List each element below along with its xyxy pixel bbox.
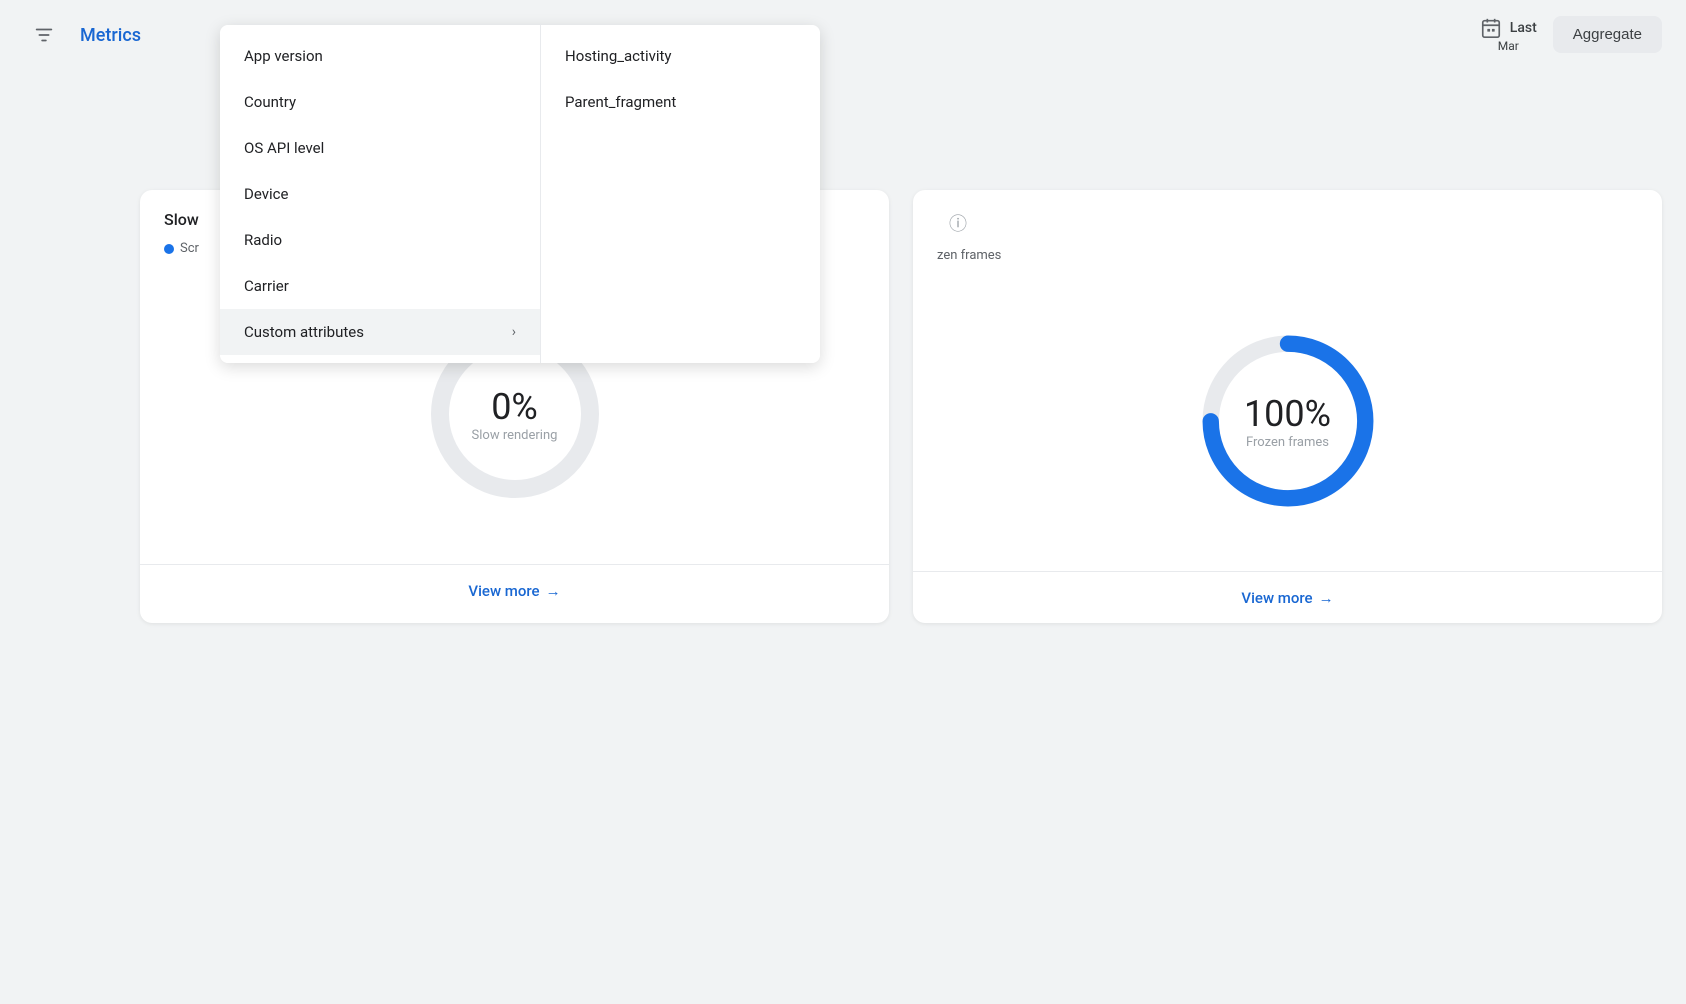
donut-center-slow: 0% Slow rendering bbox=[472, 386, 558, 443]
card-header-frozen: ⓘ bbox=[913, 190, 1662, 248]
menu-item-custom-attributes[interactable]: Custom attributes › bbox=[220, 309, 540, 355]
view-more-slow[interactable]: View more → bbox=[468, 582, 560, 600]
menu-item-country[interactable]: Country bbox=[220, 79, 540, 125]
filter-button[interactable] bbox=[24, 15, 64, 55]
card-legend-frozen: zen frames bbox=[913, 248, 1662, 271]
mar-label: Mar bbox=[1498, 39, 1519, 53]
aggregate-button[interactable]: Aggregate bbox=[1553, 16, 1662, 53]
view-more-frozen[interactable]: View more → bbox=[1241, 589, 1333, 607]
menu-item-parent-fragment[interactable]: Parent_fragment bbox=[541, 79, 820, 125]
menu-item-carrier[interactable]: Carrier bbox=[220, 263, 540, 309]
donut-center-frozen: 100% Frozen frames bbox=[1244, 393, 1331, 450]
dropdown-menu: App version Country OS API level Device … bbox=[220, 25, 820, 363]
menu-item-os-api-level[interactable]: OS API level bbox=[220, 125, 540, 171]
frozen-frames-card: ⓘ zen frames 100% Frozen frames Vie bbox=[913, 190, 1662, 623]
arrow-right-icon-2: → bbox=[1319, 589, 1334, 607]
legend-dot-slow bbox=[164, 244, 174, 254]
donut-frozen: 100% Frozen frames bbox=[1188, 321, 1388, 521]
menu-item-app-version[interactable]: App version bbox=[220, 33, 540, 79]
date-range-area[interactable]: Last Mar bbox=[1480, 17, 1537, 53]
last-label: Last bbox=[1510, 20, 1537, 36]
menu-item-hosting-activity[interactable]: Hosting_activity bbox=[541, 33, 820, 79]
card-footer-slow: View more → bbox=[140, 564, 889, 616]
dropdown-left-panel: App version Country OS API level Device … bbox=[220, 25, 540, 363]
chevron-right-icon: › bbox=[512, 324, 516, 340]
card-body-frozen: 100% Frozen frames bbox=[913, 271, 1662, 571]
top-right-area: Last Mar Aggregate bbox=[1480, 16, 1662, 53]
arrow-right-icon: → bbox=[546, 582, 561, 600]
menu-item-device[interactable]: Device bbox=[220, 171, 540, 217]
dropdown-right-panel: Hosting_activity Parent_fragment bbox=[540, 25, 820, 363]
calendar-icon bbox=[1480, 17, 1502, 39]
menu-item-radio[interactable]: Radio bbox=[220, 217, 540, 263]
card-footer-frozen: View more → bbox=[913, 571, 1662, 623]
info-icon: ⓘ bbox=[949, 210, 967, 236]
metrics-label: Metrics bbox=[80, 25, 141, 46]
